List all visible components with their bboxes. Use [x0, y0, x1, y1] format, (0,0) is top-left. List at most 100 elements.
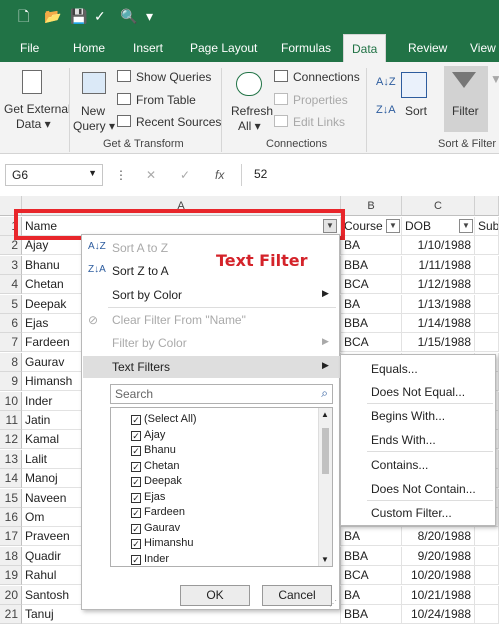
- row-header[interactable]: 11: [0, 411, 22, 430]
- cell-empty[interactable]: [475, 585, 499, 605]
- filter-list-item[interactable]: ✓ Ejas: [131, 490, 165, 505]
- sort-az-icon[interactable]: A↓Z: [376, 76, 396, 88]
- spelling-icon[interactable]: ✓: [94, 8, 106, 24]
- row-header[interactable]: 13: [0, 449, 22, 469]
- submenu-does-not-equal[interactable]: Does Not Equal...: [371, 385, 465, 399]
- cell-empty[interactable]: [475, 294, 499, 314]
- cell-dob[interactable]: 1/14/1988: [402, 314, 475, 333]
- checkbox-checked-icon[interactable]: ✓: [131, 415, 141, 425]
- checkbox-checked-icon[interactable]: ✓: [131, 477, 141, 487]
- row-header[interactable]: 18: [0, 546, 22, 566]
- menu-text-filters[interactable]: Text Filters: [112, 360, 170, 374]
- row-header[interactable]: 12: [0, 430, 22, 450]
- row-header[interactable]: 15: [0, 488, 22, 508]
- filter-list-item[interactable]: ✓ Inder: [131, 552, 169, 567]
- checkbox-checked-icon[interactable]: ✓: [131, 492, 141, 503]
- dob-filter-dropdown-icon[interactable]: ▼: [459, 219, 473, 233]
- row-header[interactable]: 9: [0, 372, 22, 392]
- cell-course[interactable]: BA: [341, 585, 402, 605]
- refresh-all-line2[interactable]: All ▾: [238, 119, 261, 133]
- cell-empty[interactable]: [475, 255, 499, 275]
- course-filter-dropdown-icon[interactable]: ▼: [386, 219, 400, 233]
- column-header-c[interactable]: C: [402, 196, 475, 216]
- formula-input[interactable]: 52: [241, 164, 499, 186]
- connections-button[interactable]: Connections: [293, 70, 360, 84]
- filter-list-item[interactable]: ✓ (Select All): [131, 412, 197, 427]
- sort-button[interactable]: Sort: [405, 104, 427, 118]
- menu-sort-z-to-a[interactable]: Sort Z to A: [112, 264, 169, 278]
- column-header-b[interactable]: B: [341, 196, 402, 216]
- cell-course[interactable]: BCA: [341, 333, 402, 353]
- filter-list-item[interactable]: ✓ Bhanu: [131, 443, 176, 458]
- cell-course[interactable]: BBA: [341, 255, 402, 275]
- row-header[interactable]: 10: [0, 391, 22, 411]
- cell-dob[interactable]: 10/20/1988: [402, 566, 475, 586]
- cell-dob[interactable]: 1/10/1988: [402, 236, 475, 256]
- row-header[interactable]: 3: [0, 255, 22, 275]
- customize-toolbar-icon[interactable]: ▾: [146, 8, 153, 24]
- filter-list-item[interactable]: ✓ Fardeen: [131, 505, 185, 520]
- cell-empty[interactable]: [475, 566, 499, 586]
- cell-dob[interactable]: 8/20/1988: [402, 527, 475, 547]
- cell-course[interactable]: BCA: [341, 275, 402, 295]
- tab-view[interactable]: View: [470, 34, 496, 62]
- scroll-up-icon[interactable]: ▲: [321, 410, 329, 419]
- open-folder-icon[interactable]: 📂: [44, 8, 61, 24]
- cell-empty[interactable]: [475, 527, 499, 547]
- tab-home[interactable]: Home: [73, 34, 105, 62]
- show-queries-button[interactable]: Show Queries: [136, 70, 211, 84]
- cell-course[interactable]: BA: [341, 294, 402, 314]
- recent-sources-button[interactable]: Recent Sources: [136, 115, 221, 129]
- save-icon[interactable]: 💾: [70, 8, 87, 24]
- filter-list-item[interactable]: ✓ Gaurav: [131, 521, 180, 536]
- row-header[interactable]: 17: [0, 527, 22, 547]
- cell-empty[interactable]: [475, 236, 499, 256]
- edit-links-button[interactable]: Edit Links: [293, 115, 345, 129]
- row-header[interactable]: 7: [0, 333, 22, 353]
- sort-za-icon[interactable]: Z↓A: [376, 104, 396, 116]
- filter-list-item[interactable]: ✓ Himanshu: [131, 536, 194, 551]
- tab-insert[interactable]: Insert: [133, 34, 163, 62]
- clear-icon[interactable]: ▼: [490, 72, 499, 86]
- cell-dob[interactable]: 1/11/1988: [402, 255, 475, 275]
- function-icon[interactable]: fx: [215, 168, 224, 182]
- tab-page-layout[interactable]: Page Layout: [190, 34, 257, 62]
- cell-course[interactable]: BCA: [341, 566, 402, 586]
- cell-dob[interactable]: 1/12/1988: [402, 275, 475, 295]
- enter-icon[interactable]: ✓: [180, 168, 190, 182]
- cancel-icon[interactable]: ✕: [146, 168, 156, 182]
- from-table-button[interactable]: From Table: [136, 93, 196, 107]
- menu-clear-filter[interactable]: Clear Filter From "Name": [112, 313, 246, 327]
- row-header[interactable]: 5: [0, 294, 22, 314]
- cell-course[interactable]: BBA: [341, 314, 402, 333]
- column-header-d[interactable]: [475, 196, 499, 216]
- cell-course[interactable]: BA: [341, 236, 402, 256]
- row-header[interactable]: 20: [0, 585, 22, 605]
- submenu-begins-with[interactable]: Begins With...: [371, 409, 445, 423]
- chevron-down-icon[interactable]: ▼: [88, 168, 97, 178]
- scroll-down-icon[interactable]: ▼: [321, 555, 329, 564]
- filter-list-item[interactable]: ✓ Chetan: [131, 459, 179, 474]
- cell-dob[interactable]: 10/24/1988: [402, 605, 475, 624]
- checkbox-checked-icon[interactable]: ✓: [131, 430, 141, 441]
- cell-course[interactable]: BBA: [341, 605, 402, 624]
- refresh-all-line1[interactable]: Refresh: [231, 104, 273, 118]
- checkbox-checked-icon[interactable]: ✓: [131, 446, 141, 456]
- cell-dob[interactable]: 9/20/1988: [402, 546, 475, 566]
- menu-sort-by-color[interactable]: Sort by Color: [112, 288, 182, 302]
- menu-sort-a-to-z[interactable]: Sort A to Z: [112, 241, 168, 255]
- cell-empty[interactable]: [475, 546, 499, 566]
- cell-empty[interactable]: [475, 275, 499, 295]
- cell-dob[interactable]: 1/15/1988: [402, 333, 475, 353]
- properties-button[interactable]: Properties: [293, 93, 348, 107]
- list-scrollbar[interactable]: ▲ ▼: [318, 408, 332, 566]
- print-preview-icon[interactable]: 🔍: [120, 8, 137, 24]
- row-header[interactable]: 4: [0, 275, 22, 295]
- filter-list-item[interactable]: ✓ Ajay: [131, 428, 165, 443]
- name-box[interactable]: G6 ▼: [5, 164, 103, 186]
- filter-search-input[interactable]: Search ⌕: [110, 384, 333, 404]
- submenu-does-not-contain[interactable]: Does Not Contain...: [371, 482, 476, 496]
- scrollbar-thumb[interactable]: [322, 428, 329, 474]
- resize-grip-icon[interactable]: ⋰: [329, 599, 337, 608]
- tab-formulas[interactable]: Formulas: [281, 34, 331, 62]
